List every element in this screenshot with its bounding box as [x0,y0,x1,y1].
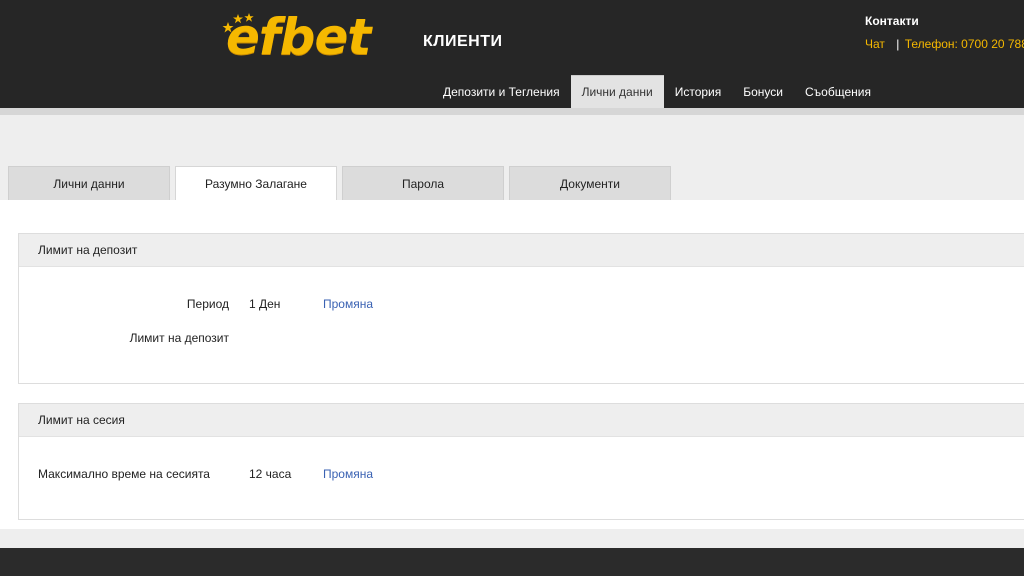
deposit-limit-panel: Лимит на депозит Период 1 Ден Промяна Ли… [18,233,1024,384]
stars-icon [222,13,254,33]
tab-responsible-gambling[interactable]: Разумно Залагане [175,166,337,201]
header-divider [0,108,1024,115]
deposit-limit-label: Лимит на депозит [129,331,229,345]
period-change-link[interactable]: Промяна [323,297,373,311]
period-value: 1 Ден [249,297,281,311]
contacts-title: Контакти [865,14,919,28]
phone-text: Телефон: 0700 20 788 [904,37,1024,51]
nav-deposits-withdrawals[interactable]: Депозити и Тегления [432,75,571,108]
nav-messages[interactable]: Съобщения [794,75,882,108]
contacts-block: Контакти Чат | Телефон: 0700 20 788| [865,14,1024,51]
tab-password[interactable]: Парола [342,166,504,200]
period-label: Период [186,297,229,311]
nav-history[interactable]: История [664,75,733,108]
brand-subtitle: КЛИЕНТИ [423,33,503,50]
site-header: efbet КЛИЕНТИ Контакти Чат | Телефон: 07… [0,0,1024,108]
top-navigation: Депозити и Тегления Лични данни История … [432,75,882,108]
tab-personal-data[interactable]: Лични данни [8,166,170,200]
session-change-link[interactable]: Промяна [323,467,373,481]
efbet-logo[interactable]: efbet [222,12,371,62]
tab-content: Лимит на депозит Период 1 Ден Промяна Ли… [0,200,1024,529]
nav-personal-data[interactable]: Лични данни [570,75,664,108]
max-session-time-value: 12 часа [249,467,292,481]
site-footer [0,548,1024,576]
contacts-separator: | [896,37,900,51]
nav-bonuses[interactable]: Бонуси [732,75,794,108]
chat-link[interactable]: Чат [865,37,885,51]
deposit-limit-title: Лимит на депозит [19,234,1024,267]
session-limit-title: Лимит на сесия [19,404,1024,437]
settings-tabs: Лични данни Разумно Залагане Парола Доку… [8,166,676,201]
tab-documents[interactable]: Документи [509,166,671,200]
max-session-time-label: Максимално време на сесията [38,467,210,481]
contacts-line: Чат | Телефон: 0700 20 788| [865,37,1024,51]
session-limit-panel: Лимит на сесия Максимално време на сесия… [18,403,1024,520]
